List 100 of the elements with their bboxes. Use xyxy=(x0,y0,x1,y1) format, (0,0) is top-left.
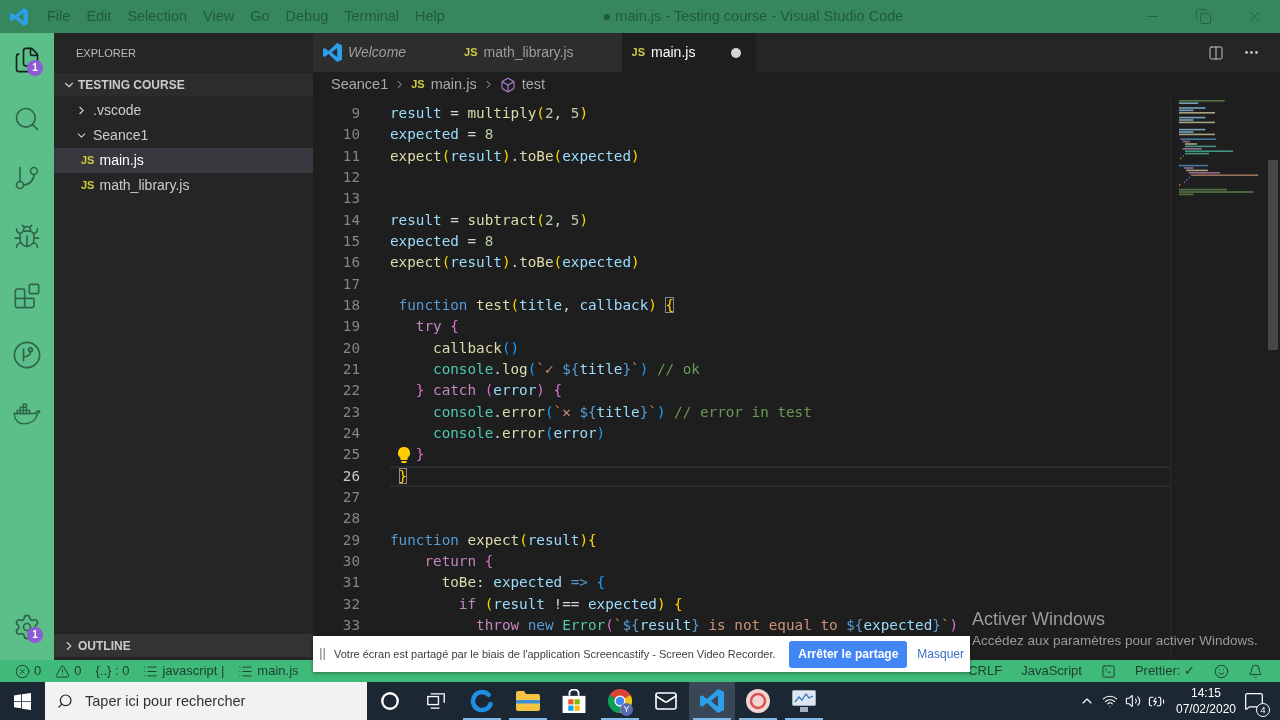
warning-icon xyxy=(55,663,71,679)
bell-icon[interactable] xyxy=(1248,663,1263,679)
line-number: 25 xyxy=(341,445,360,465)
four-panes-icon[interactable] xyxy=(14,692,31,710)
status-item[interactable]: 0 xyxy=(15,661,42,681)
code-line: callback() xyxy=(433,338,520,358)
count-badge: 4 xyxy=(1256,703,1270,717)
line-number: 28 xyxy=(341,509,360,529)
line-number: 23 xyxy=(341,402,360,422)
line-number: 19 xyxy=(341,317,360,337)
shopping-bag-icon xyxy=(562,689,586,713)
settings-icon[interactable] xyxy=(13,612,41,641)
line-number: 10 xyxy=(341,125,360,145)
code-line: expected = 8 xyxy=(390,231,494,251)
breadcrumb-item[interactable]: test xyxy=(499,73,546,96)
js-file-icon: JS xyxy=(81,155,95,166)
code-line: toBe: expected => { xyxy=(441,573,606,593)
cube-icon xyxy=(499,76,516,93)
files-icon[interactable] xyxy=(13,45,41,74)
circle-branch-icon[interactable] xyxy=(13,340,41,369)
code-line: return { xyxy=(424,551,494,571)
code-line: result = multiply(2, 5) xyxy=(390,103,588,123)
line-number: 18 xyxy=(341,295,360,315)
editor-tab[interactable]: JS main.js xyxy=(621,33,756,72)
app-logo-icon xyxy=(323,43,342,62)
status-item[interactable]: main.js xyxy=(238,661,299,681)
profile-badge: Y xyxy=(620,703,633,716)
wifi-icon[interactable] xyxy=(1102,693,1118,709)
line-number: 32 xyxy=(341,594,360,614)
code-line: expect(result).toBe(expected) xyxy=(390,253,640,273)
line-number: 15 xyxy=(341,231,360,251)
split-editor-icon[interactable] xyxy=(1208,44,1224,61)
line-number: 20 xyxy=(341,338,360,358)
line-number: 29 xyxy=(341,530,360,550)
smiley-icon[interactable] xyxy=(1214,663,1229,679)
code-line: expected = 8 xyxy=(390,125,494,145)
code-line: } catch (error) { xyxy=(415,381,563,401)
line-number: 27 xyxy=(341,487,360,507)
share-message: Votre écran est partagé par le biais de l'application Screencastify - Screen Video Recorder. xyxy=(334,646,776,662)
notifications-icon[interactable] xyxy=(1244,691,1264,711)
code-line: result = subtract(2, 5) xyxy=(390,210,588,230)
editor-tab[interactable]: Welcome xyxy=(313,33,455,72)
code-line: console.log(`✓ ${title}`) // ok xyxy=(433,359,700,379)
explorer-js-row[interactable]: JS main.js xyxy=(54,148,313,173)
js-file-icon: JS xyxy=(81,180,95,191)
grip-icon[interactable] xyxy=(320,648,325,660)
scrollbar-thumb[interactable] xyxy=(1268,160,1278,350)
line-number: 26 xyxy=(341,466,360,486)
status-item[interactable]: Prettier: ✓ xyxy=(1134,661,1195,681)
modified-dot-icon[interactable] xyxy=(730,47,741,58)
status-item[interactable]: javascript | xyxy=(143,661,225,681)
code-line: function test(title, callback) { xyxy=(398,295,675,315)
breadcrumb-item[interactable]: Seance1 xyxy=(331,73,389,96)
terminal-icon[interactable] xyxy=(1100,663,1116,679)
lightbulb-icon[interactable] xyxy=(398,447,410,464)
code-line: throw new Error(`${result} is not equal to ${expected}`) xyxy=(476,615,959,635)
count-badge: 1 xyxy=(27,627,43,643)
explorer-folder-row[interactable]: .vscode xyxy=(54,98,313,123)
code-line: } xyxy=(415,445,425,465)
code-line: expect(result).toBe(expected) xyxy=(390,146,640,166)
search-field[interactable]: Taper ici pour rechercher xyxy=(45,682,367,720)
section-header[interactable]: OUTLINE xyxy=(54,634,313,657)
editor-tab[interactable]: JS math_library.js xyxy=(454,33,622,72)
list-icon xyxy=(143,663,159,679)
code-line: if (result !== expected) { xyxy=(458,594,683,614)
taskbar-button[interactable]: Y xyxy=(597,682,643,720)
blocks-icon[interactable] xyxy=(13,281,41,310)
text-link[interactable]: Masquer xyxy=(917,645,964,663)
status-item[interactable]: {..} : 0 xyxy=(95,661,130,681)
line-number: 12 xyxy=(341,167,360,187)
list-icon xyxy=(238,663,254,679)
speaker-icon[interactable] xyxy=(1125,693,1141,709)
code-line: try { xyxy=(415,317,459,337)
explorer-js-row[interactable]: JS math_library.js xyxy=(54,173,313,198)
swirl-logo-icon xyxy=(470,689,494,713)
line-number: 11 xyxy=(341,146,360,166)
code-line: console.error(error) xyxy=(433,423,606,443)
error-icon xyxy=(15,663,30,679)
status-item[interactable]: CRLF xyxy=(968,661,1003,681)
stacked-panes-icon[interactable] xyxy=(427,693,445,709)
line-number: 30 xyxy=(341,551,360,571)
explorer-folder-row[interactable]: Seance1 xyxy=(54,123,313,148)
bug-icon[interactable] xyxy=(13,222,41,251)
envelope-icon xyxy=(654,689,678,713)
line-number: 22 xyxy=(341,381,360,401)
clock-time[interactable]: 14:15 xyxy=(1191,685,1221,701)
ring-icon[interactable] xyxy=(381,692,399,710)
js-file-icon: JS xyxy=(631,47,646,58)
code-line: } xyxy=(398,466,408,486)
primary-button[interactable]: Arrêter le partage xyxy=(789,640,908,668)
section-header[interactable]: TESTING COURSE xyxy=(54,73,313,96)
status-item[interactable]: 0 xyxy=(55,661,82,681)
status-item[interactable]: JavaScript xyxy=(1021,661,1082,681)
breadcrumb-item[interactable]: JS main.js xyxy=(411,73,477,96)
monitor-chart-icon xyxy=(792,689,816,713)
line-number: 13 xyxy=(341,189,360,209)
line-number: 16 xyxy=(341,253,360,273)
app-logo-icon xyxy=(700,689,724,713)
clock-date[interactable]: 07/02/2020 xyxy=(1175,701,1237,717)
line-number: 21 xyxy=(341,359,360,379)
